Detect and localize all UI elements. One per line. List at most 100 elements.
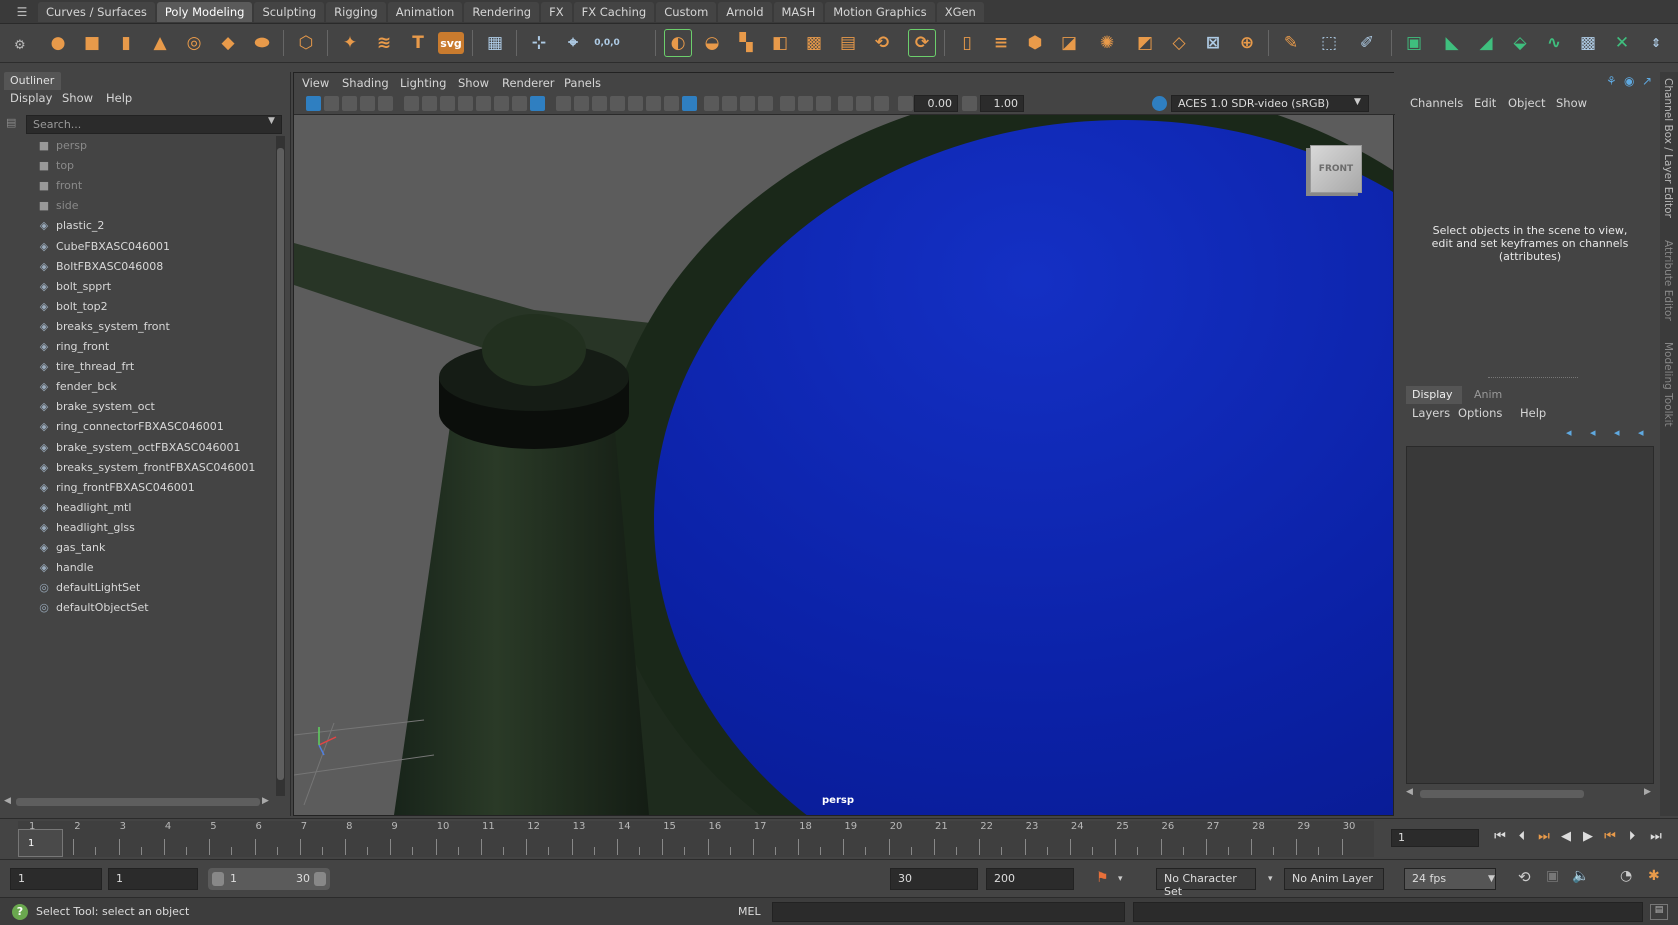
poly-cube-icon[interactable]: ■	[78, 29, 106, 57]
safe-action-icon[interactable]	[512, 96, 527, 111]
layer-tab-display[interactable]: Display	[1406, 386, 1462, 404]
shelf-tab-mash[interactable]: MASH	[773, 2, 824, 22]
shelf-tab-motion-graphics[interactable]: Motion Graphics	[825, 2, 935, 22]
outliner-item[interactable]: ■ side	[36, 196, 79, 216]
gamma-field[interactable]: 1.00	[980, 95, 1024, 112]
new-layer-icon[interactable]: ◂	[1614, 426, 1620, 439]
chevron-down-icon[interactable]: ▼	[1354, 97, 1361, 107]
character-icon[interactable]: ✱	[1648, 868, 1660, 884]
film-gate-icon[interactable]	[440, 96, 455, 111]
connect-icon[interactable]: ✐	[1353, 29, 1381, 57]
outliner-item[interactable]: ◎ defaultObjectSet	[36, 598, 148, 618]
edit-menu[interactable]: Edit	[1474, 96, 1496, 110]
smooth-icon[interactable]: ▩	[800, 29, 828, 57]
side-tab-attribute-editor[interactable]: Attribute Editor	[1662, 240, 1674, 321]
combine-icon[interactable]: ◐	[664, 29, 692, 57]
object-menu[interactable]: Object	[1508, 96, 1545, 110]
multi-cut-icon[interactable]: ⊠	[1199, 29, 1227, 57]
character-set-select[interactable]: No Character Set	[1156, 868, 1256, 898]
outliner-item[interactable]: ◈ handle	[36, 558, 94, 578]
shadows-icon[interactable]	[646, 96, 661, 111]
poly-plane-icon[interactable]: ◆	[214, 29, 242, 57]
shade-wireframe-icon[interactable]	[682, 96, 697, 111]
automatic-map-icon[interactable]: ∿	[1540, 29, 1568, 57]
shelf-tab-xgen[interactable]: XGen	[936, 2, 984, 22]
outliner-horizontal-scrollbar[interactable]	[16, 798, 260, 806]
target-weld-icon[interactable]: ⬚	[1315, 29, 1343, 57]
checker-map-icon[interactable]: ▩	[1574, 29, 1602, 57]
outliner-tab[interactable]: Outliner	[4, 72, 61, 90]
shelf-tab-fx[interactable]: FX	[541, 2, 572, 22]
multisample-aa-icon[interactable]	[798, 96, 813, 111]
shelf-gear-icon[interactable]: ⚙	[14, 38, 28, 53]
extract-icon[interactable]: ▚	[732, 29, 760, 57]
quad-draw-icon[interactable]: ✎	[1277, 29, 1305, 57]
outliner-item[interactable]: ◈ breaks_system_frontFBXASC046001	[36, 458, 256, 478]
motion-blur-icon[interactable]	[780, 96, 795, 111]
color-management-icon[interactable]	[1152, 96, 1167, 111]
channel-box-icon[interactable]: ⚘	[1606, 74, 1617, 88]
super-shape-icon[interactable]: ✦	[336, 29, 364, 57]
outliner-item[interactable]: ■ persp	[36, 136, 87, 156]
gamma-icon[interactable]	[962, 96, 977, 111]
shelf-scroll-icon[interactable]: ⇕	[1648, 29, 1664, 57]
shelf-tab-rendering[interactable]: Rendering	[464, 2, 540, 22]
freeze-transform-icon[interactable]: ⌖	[559, 29, 587, 57]
step-back-key-icon[interactable]: ⏭	[1534, 829, 1554, 847]
outliner-item[interactable]: ◈ ring_front	[36, 337, 109, 357]
shelf-tab-poly-modeling[interactable]: Poly Modeling	[156, 2, 253, 22]
reset-transform-icon[interactable]: 0,0,0	[593, 29, 621, 57]
shelf-tab-rigging[interactable]: Rigging	[326, 2, 386, 22]
channels-menu[interactable]: Channels	[1410, 96, 1463, 110]
chevron-down-icon[interactable]: ▼	[268, 116, 275, 126]
camera-attributes-icon[interactable]	[324, 96, 339, 111]
viewport-menu-show[interactable]: Show	[458, 76, 489, 90]
shelf-tab-curves-surfaces[interactable]: Curves / Surfaces	[38, 2, 155, 22]
smooth-shade-icon[interactable]	[574, 96, 589, 111]
wireframe-icon[interactable]	[556, 96, 571, 111]
script-editor-icon[interactable]: ▤	[1650, 904, 1668, 920]
type-tool-icon[interactable]: T	[404, 29, 432, 57]
uv-editor-icon[interactable]: ▣	[1400, 29, 1428, 57]
poly-cone-icon[interactable]: ▲	[146, 29, 174, 57]
outliner-menu-help[interactable]: Help	[106, 91, 132, 105]
boolean-icon[interactable]: ◧	[766, 29, 794, 57]
viewport-scene[interactable]: FRONT persp	[294, 115, 1393, 815]
current-frame-field[interactable]: 1	[1391, 829, 1479, 847]
exposure-icon[interactable]	[898, 96, 913, 111]
outliner-item[interactable]: ◈ fender_bck	[36, 377, 117, 397]
outliner-item[interactable]: ◈ bolt_spprt	[36, 277, 111, 297]
anim-layer-select[interactable]: No Anim Layer	[1284, 868, 1384, 890]
scroll-left-icon[interactable]: ◀	[4, 796, 11, 806]
auto-key-icon[interactable]: ⚑	[1096, 870, 1109, 886]
bookmark-icon[interactable]	[342, 96, 357, 111]
textured-icon[interactable]	[610, 96, 625, 111]
layer-list[interactable]	[1406, 446, 1654, 784]
outliner-item[interactable]: ◈ CubeFBXASC046001	[36, 237, 170, 257]
outliner-item[interactable]: ◈ brake_system_oct	[36, 397, 155, 417]
field-chart-icon[interactable]	[494, 96, 509, 111]
outliner-item[interactable]: ◈ BoltFBXASC046008	[36, 257, 163, 277]
outliner-item[interactable]: ◈ breaks_system_front	[36, 317, 170, 337]
viewport-menu-panels[interactable]: Panels	[564, 76, 601, 90]
outliner-item[interactable]: ◈ ring_frontFBXASC046001	[36, 478, 195, 498]
scroll-right-icon[interactable]: ▶	[1644, 787, 1651, 797]
insert-edge-loop-icon[interactable]: ⊕	[1233, 29, 1261, 57]
xray-icon[interactable]	[704, 96, 719, 111]
chevron-down-icon[interactable]: ▾	[1268, 874, 1273, 884]
prefs-icon[interactable]: ▾	[1118, 874, 1123, 884]
outliner-item[interactable]: ◈ bolt_top2	[36, 297, 108, 317]
select-camera-icon[interactable]	[306, 96, 321, 111]
safe-title-icon[interactable]	[530, 96, 545, 111]
viewport-menu-view[interactable]: View	[302, 76, 329, 90]
viewport-menu-renderer[interactable]: Renderer	[502, 76, 555, 90]
side-tab-modeling-toolkit[interactable]: Modeling Toolkit	[1662, 342, 1674, 427]
mirror-icon[interactable]: ⟲	[868, 29, 896, 57]
exposure-field[interactable]: 0.00	[914, 95, 958, 112]
create-polygon-grid-icon[interactable]: ▦	[481, 29, 509, 57]
default-material-icon[interactable]	[592, 96, 607, 111]
layer-tab-anim[interactable]: Anim	[1474, 388, 1502, 401]
scroll-right-icon[interactable]: ▶	[262, 796, 269, 806]
xray-components-icon[interactable]	[740, 96, 755, 111]
hud-icon[interactable]	[874, 96, 889, 111]
